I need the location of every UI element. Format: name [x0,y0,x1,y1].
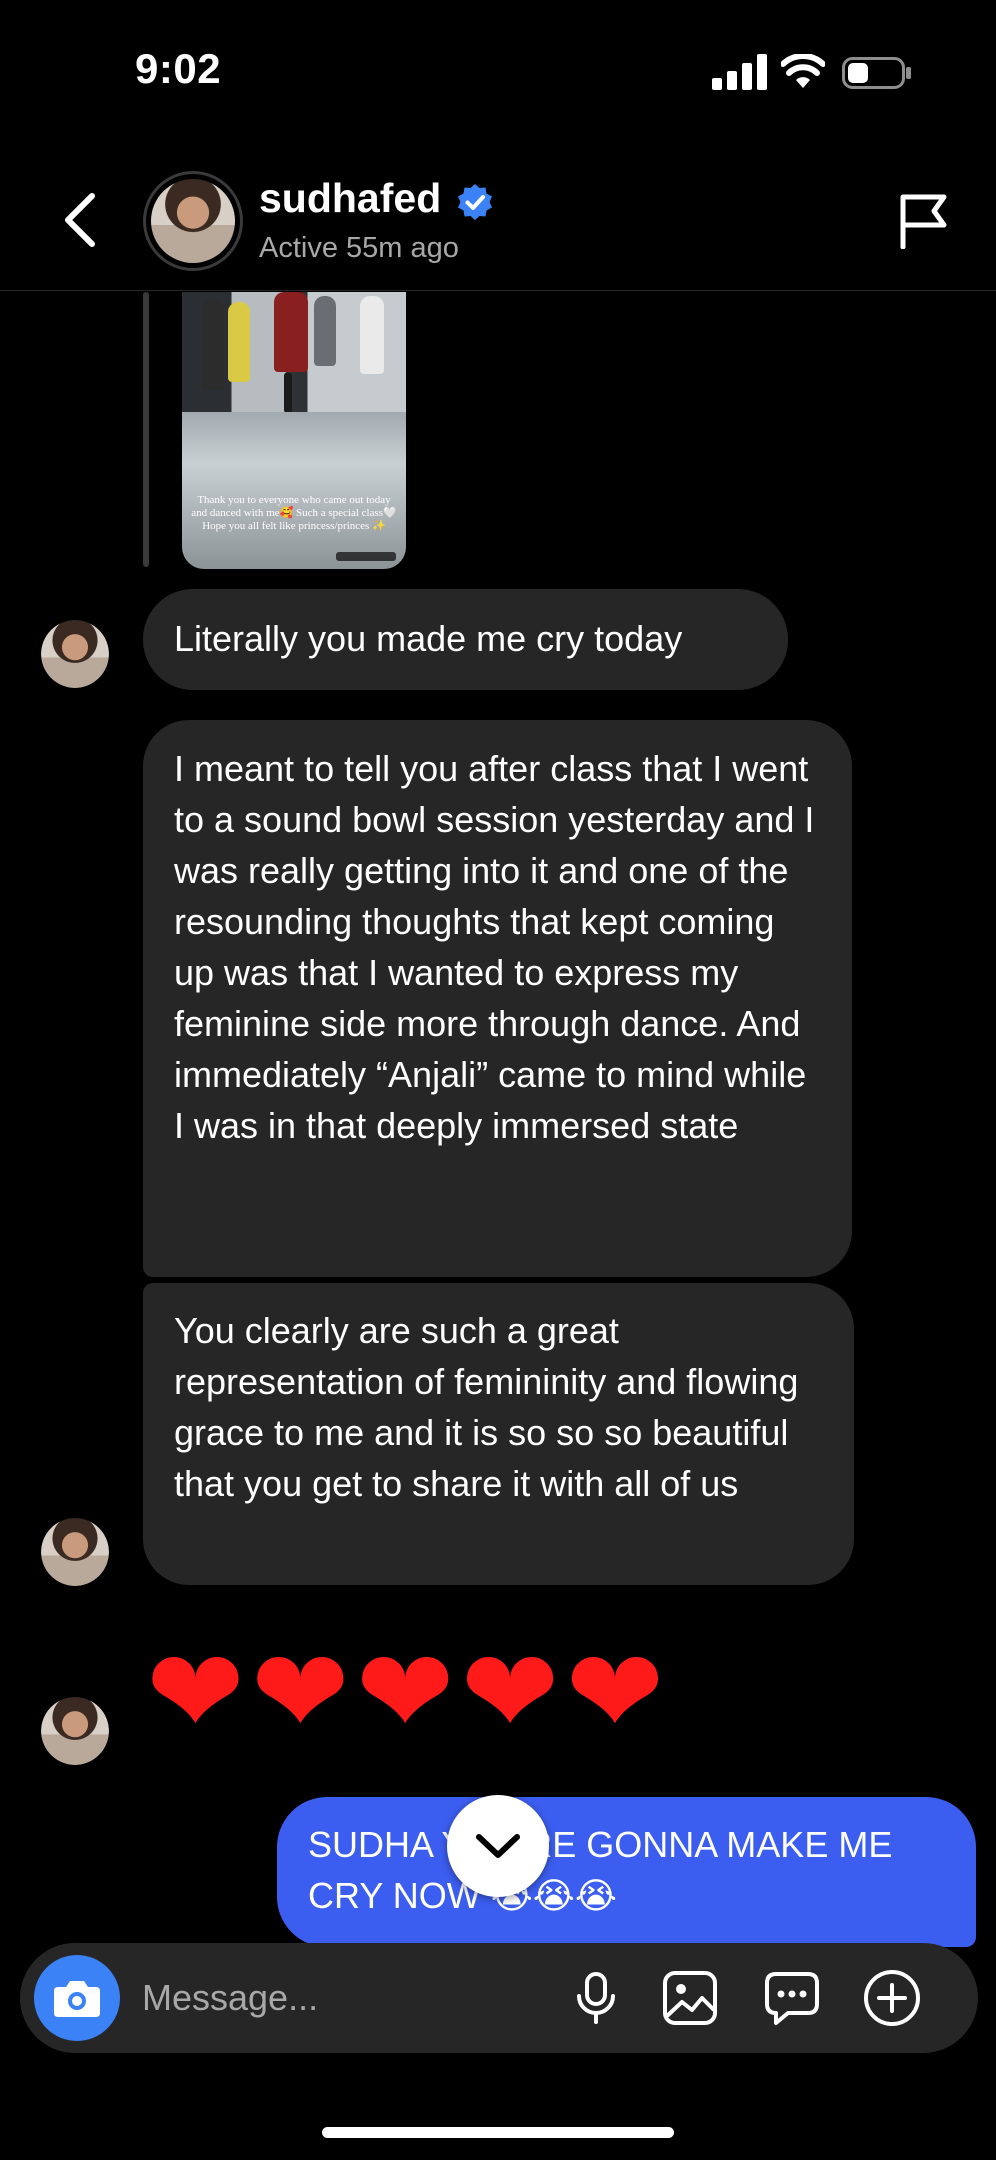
sender-avatar[interactable] [41,620,109,688]
wifi-icon [781,54,825,88]
home-indicator [322,2127,674,2138]
sender-avatar[interactable] [41,1518,109,1586]
header-divider [0,290,996,291]
story-thumbnail[interactable]: Thank you to everyone who came out today… [182,292,406,569]
message-bubble-icon[interactable] [762,1968,822,2028]
battery-icon [842,57,911,89]
flag-icon[interactable] [898,193,950,249]
camera-button[interactable] [34,1955,120,2041]
image-icon[interactable] [660,1968,720,2028]
header-username[interactable]: sudhafed [259,175,441,222]
plus-circle-icon[interactable] [862,1968,922,2028]
sent-message-bubble[interactable]: SUDHA YOU'RE GONNA MAKE ME CRY NOW 😭😭😭 [277,1797,976,1947]
chevron-down-icon [476,1834,520,1858]
hearts-emoji: ❤❤❤❤❤ [146,1623,671,1761]
message-input[interactable]: Message... [142,1974,318,2022]
cellular-signal-icon [712,54,767,90]
message-bubble[interactable]: You clearly are such a great representat… [143,1283,854,1585]
active-status: Active 55m ago [259,232,459,264]
microphone-icon[interactable] [566,1968,626,2028]
story-caption: Thank you to everyone who came out today… [191,494,397,532]
status-time: 9:02 [135,45,222,92]
message-bubble[interactable]: I meant to tell you after class that I w… [143,720,852,1277]
hearts-message[interactable]: ❤❤❤❤❤ [146,1627,670,1757]
message-bubble[interactable]: Literally you made me cry today [143,589,788,690]
verified-badge-icon [458,184,492,220]
scroll-to-bottom-button[interactable] [447,1795,549,1897]
back-chevron-icon[interactable] [60,192,100,248]
profile-avatar[interactable] [143,171,243,271]
sender-avatar[interactable] [41,1697,109,1765]
camera-icon [54,1981,100,2017]
story-reply-bar [143,292,149,567]
